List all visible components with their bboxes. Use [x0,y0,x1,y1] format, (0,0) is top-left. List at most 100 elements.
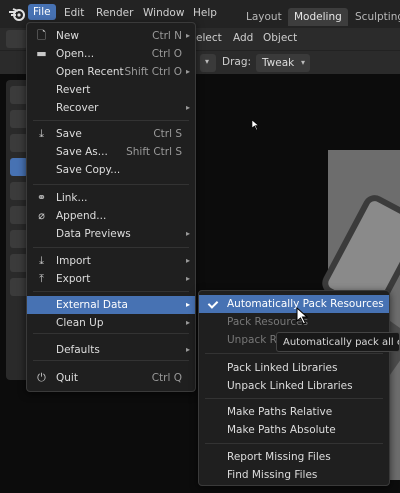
tab-layout[interactable]: Layout [240,8,288,26]
submenu-arrow-icon: ▸ [185,67,190,76]
menu-item-label: Recover [56,102,99,114]
submenu-item-pack-linked-libraries[interactable]: Pack Linked Libraries [199,359,389,377]
menu-item-label: Clean Up [56,317,104,329]
tooltip: Automatically pack all ext [276,332,400,352]
menu-item-label: New [56,30,79,42]
menu-separator [33,247,189,248]
menu-item-label: Make Paths Relative [227,406,333,418]
new-file-icon: 🗋 [37,29,46,42]
submenu-item-make-paths-relative[interactable]: Make Paths Relative [199,403,389,421]
file-menu-item-link[interactable]: ⚭ Link... [27,189,195,207]
import-icon: ⤓ [39,254,44,267]
file-menu-item-recover[interactable]: Recover ▸ [27,99,195,117]
file-menu-item-quit[interactable]: ⏻ Quit Ctrl Q [27,369,195,387]
menu-item-label: Save Copy... [56,164,121,176]
menu-render[interactable]: Render [96,7,133,19]
menu-separator [33,360,189,361]
file-menu-item-save-copy[interactable]: Save Copy... [27,161,195,179]
shortcut-label: Ctrl O [151,48,182,60]
menu-item-label: Unpack Linked Libraries [227,380,353,392]
shortcut-label: Shift Ctrl S [126,146,182,158]
file-menu-item-revert[interactable]: Revert [27,81,195,99]
file-menu-item-data-previews[interactable]: Data Previews ▸ [27,225,195,243]
submenu-arrow-icon: ▸ [185,300,190,309]
menu-separator [205,398,383,399]
menu-separator [205,353,383,354]
shortcut-label: Ctrl S [153,128,182,140]
menu-item-label: Export [56,273,91,285]
file-menu: 🗋 New Ctrl N ▸ ▬ Open... Ctrl O Open Recent Shif… [26,22,196,392]
shortcut-label: Ctrl Q [151,372,182,384]
tab-modeling[interactable]: Modeling [288,8,348,26]
menu-edit[interactable]: Edit [64,7,84,19]
submenu-arrow-icon: ▸ [185,256,190,265]
menu-item-label: Unpack R [227,334,277,346]
shortcut-label: Ctrl N [152,30,182,42]
menu-object[interactable]: Object [263,32,297,44]
export-icon: ⤒ [39,272,44,285]
file-menu-item-open[interactable]: ▬ Open... Ctrl O [27,45,195,63]
append-icon: ⌀ [38,209,45,222]
folder-icon: ▬ [36,47,47,60]
mouse-cursor-icon [252,120,260,130]
submenu-item-make-paths-absolute[interactable]: Make Paths Absolute [199,421,389,439]
menu-separator [33,184,189,185]
file-menu-item-import[interactable]: ⤓ Import ▸ [27,252,195,270]
checkbox-checked-icon[interactable] [207,298,219,310]
menu-item-label: External Data [56,299,128,311]
file-menu-item-save[interactable]: ⤓ Save Ctrl S [27,125,195,143]
submenu-arrow-icon: ▸ [185,274,190,283]
file-menu-item-external-data[interactable]: External Data ▸ [27,296,195,314]
menu-item-label: Make Paths Absolute [227,424,336,436]
submenu-item-pack-resources: Pack Resources [199,313,389,331]
menu-window[interactable]: Window [143,7,184,19]
menu-item-label: Open... [56,48,95,60]
tab-sculpting[interactable]: Sculpting [349,8,400,26]
drag-value: Tweak [262,57,295,69]
menu-item-label: Data Previews [56,228,131,240]
drag-dropdown[interactable]: Tweak ▾ [256,54,310,72]
file-menu-item-new[interactable]: 🗋 New Ctrl N ▸ [27,27,195,45]
chevron-down-icon: ▾ [300,58,305,67]
submenu-arrow-icon: ▸ [185,345,190,354]
orientation-dropdown[interactable]: ▾ [200,54,216,72]
file-menu-item-append[interactable]: ⌀ Append... [27,207,195,225]
chevron-down-icon: ▾ [205,57,210,66]
submenu-arrow-icon: ▸ [185,318,190,327]
file-menu-item-defaults[interactable]: Defaults ▸ [27,341,195,359]
menu-item-label: Revert [56,84,91,96]
menu-item-label: Open Recent [56,66,124,78]
blender-logo-icon[interactable] [8,6,26,22]
editor-type-icon[interactable] [6,30,28,48]
menu-separator [33,291,189,292]
file-menu-item-export[interactable]: ⤒ Export ▸ [27,270,195,288]
file-menu-item-save-as[interactable]: Save As... Shift Ctrl S [27,143,195,161]
menu-separator [33,333,189,334]
submenu-arrow-icon: ▸ [185,103,190,112]
menu-add[interactable]: Add [233,32,253,44]
file-menu-item-open-recent[interactable]: Open Recent Shift Ctrl O ▸ [27,63,195,81]
submenu-item-automatically-pack-resources[interactable]: Automatically Pack Resources [199,295,389,313]
menu-help[interactable]: Help [193,7,217,19]
external-data-submenu: Automatically Pack Resources Pack Resourc… [198,290,390,486]
menu-file[interactable]: File [28,4,56,20]
submenu-item-unpack-linked-libraries[interactable]: Unpack Linked Libraries [199,377,389,395]
power-icon: ⏻ [37,371,46,384]
menu-item-label: Append... [56,210,107,222]
menu-item-label: Quit [56,372,78,384]
submenu-arrow-icon: ▸ [185,31,190,40]
save-icon: ⤓ [39,127,44,140]
menu-separator [33,120,189,121]
menu-item-label: Save As... [56,146,108,158]
submenu-item-report-missing-files[interactable]: Report Missing Files [199,448,389,466]
menu-item-label: Defaults [56,344,100,356]
mouse-cursor-icon [296,307,309,325]
drag-label: Drag: [222,56,252,68]
menu-item-label: Find Missing Files [227,469,318,481]
menu-select[interactable]: elect [196,32,222,44]
menu-item-label: Report Missing Files [227,451,331,463]
file-menu-item-clean-up[interactable]: Clean Up ▸ [27,314,195,332]
menu-item-label: Save [56,128,82,140]
menu-separator [205,443,383,444]
submenu-item-find-missing-files[interactable]: Find Missing Files [199,466,389,484]
